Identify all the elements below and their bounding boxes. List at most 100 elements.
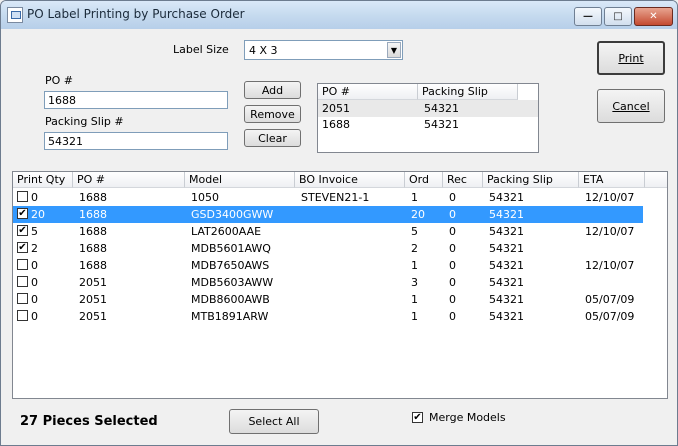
cell-model: MTB1891ARW <box>191 310 269 323</box>
cell-po: 2051 <box>79 276 107 289</box>
cell-po: 1688 <box>79 259 107 272</box>
items-grid[interactable]: Print Qty PO # Model BO Invoice Ord Rec … <box>12 171 668 399</box>
window-title: PO Label Printing by Purchase Order <box>27 7 245 21</box>
packing-slip-input[interactable]: 54321 <box>44 132 228 150</box>
column-header-packing-slip[interactable]: Packing Slip <box>483 172 579 188</box>
table-row[interactable]: 0 2051 MDB8600AWB 1 0 54321 05/07/09 <box>13 291 643 308</box>
column-header-print-qty[interactable]: Print Qty <box>13 172 73 188</box>
po-list-header-po[interactable]: PO # <box>318 84 418 100</box>
label-size-select[interactable]: 4 X 3 ▼ <box>244 40 403 60</box>
select-all-button[interactable]: Select All <box>229 409 319 434</box>
list-item[interactable]: 2051 54321 <box>318 100 538 117</box>
cell-ord: 3 <box>411 276 418 289</box>
remove-button-label: Remove <box>250 107 295 121</box>
cell-model: GSD3400GWW <box>191 208 274 221</box>
cell-qty: 0 <box>31 259 38 272</box>
print-checkbox[interactable] <box>17 259 28 270</box>
cell-eta: 05/07/09 <box>585 293 635 306</box>
maximize-icon: □ <box>613 11 623 22</box>
cell-slip: 54321 <box>489 208 524 221</box>
cell-ord: 1 <box>411 293 418 306</box>
column-header-eta[interactable]: ETA <box>579 172 645 188</box>
table-row[interactable]: 0 1688 MDB7650AWS 1 0 54321 12/10/07 <box>13 257 643 274</box>
cell-slip: 54321 <box>489 293 524 306</box>
cell-po: 2051 <box>79 310 107 323</box>
print-checkbox[interactable] <box>17 310 28 321</box>
print-checkbox[interactable]: ✔ <box>17 225 28 236</box>
cell-rec: 0 <box>449 208 456 221</box>
cell-rec: 0 <box>449 259 456 272</box>
cell-po: 1688 <box>79 208 107 221</box>
add-button[interactable]: Add <box>244 81 301 99</box>
po-list[interactable]: PO # Packing Slip 2051 54321 1688 54321 <box>317 83 539 153</box>
cell-slip: 54321 <box>489 242 524 255</box>
po-list-slip: 54321 <box>424 102 459 115</box>
chevron-down-icon[interactable]: ▼ <box>387 42 401 58</box>
cell-ord: 1 <box>411 191 418 204</box>
cancel-button-label: Cancel <box>612 99 650 113</box>
cell-model: MDB7650AWS <box>191 259 270 272</box>
cell-qty: 0 <box>31 310 38 323</box>
cell-qty: 5 <box>31 225 38 238</box>
cell-slip: 54321 <box>489 276 524 289</box>
cell-model: 1050 <box>191 191 219 204</box>
column-header-model[interactable]: Model <box>185 172 295 188</box>
print-button[interactable]: Print <box>597 41 665 75</box>
table-row[interactable]: 0 2051 MTB1891ARW 1 0 54321 05/07/09 <box>13 308 643 325</box>
cell-po: 1688 <box>79 225 107 238</box>
title-bar[interactable]: PO Label Printing by Purchase Order — □ … <box>1 1 677 29</box>
po-list-header-slip[interactable]: Packing Slip <box>418 84 518 100</box>
cell-po: 2051 <box>79 293 107 306</box>
cell-ord: 5 <box>411 225 418 238</box>
minimize-button[interactable]: — <box>574 7 602 26</box>
maximize-button[interactable]: □ <box>604 7 632 26</box>
po-input[interactable]: 1688 <box>44 91 228 109</box>
merge-models-checkbox[interactable]: ✔ <box>412 412 423 423</box>
clear-button-label: Clear <box>258 131 287 145</box>
print-checkbox[interactable]: ✔ <box>17 242 28 253</box>
cell-po: 1688 <box>79 191 107 204</box>
merge-models-label: Merge Models <box>429 411 506 424</box>
cell-qty: 0 <box>31 191 38 204</box>
app-icon <box>7 7 23 23</box>
cell-model: LAT2600AAE <box>191 225 262 238</box>
cell-po: 1688 <box>79 242 107 255</box>
column-header-filler <box>645 172 667 188</box>
remove-button[interactable]: Remove <box>244 105 301 123</box>
main-window: PO Label Printing by Purchase Order — □ … <box>0 0 678 446</box>
cell-slip: 54321 <box>489 191 524 204</box>
print-checkbox[interactable] <box>17 293 28 304</box>
print-checkbox[interactable]: ✔ <box>17 208 28 219</box>
table-row[interactable]: 0 1688 1050 STEVEN21-1 1 0 54321 12/10/07 <box>13 189 643 206</box>
cell-model: MDB5603AWW <box>191 276 274 289</box>
cell-slip: 54321 <box>489 225 524 238</box>
cell-eta: 12/10/07 <box>585 191 635 204</box>
cell-eta: 12/10/07 <box>585 259 635 272</box>
close-button[interactable]: ✕ <box>634 7 673 26</box>
cell-bo: STEVEN21-1 <box>301 191 370 204</box>
print-checkbox[interactable] <box>17 276 28 287</box>
list-item[interactable]: 1688 54321 <box>318 116 538 133</box>
cell-slip: 54321 <box>489 310 524 323</box>
column-header-bo-invoice[interactable]: BO Invoice <box>295 172 405 188</box>
column-header-rec[interactable]: Rec <box>443 172 483 188</box>
cell-ord: 1 <box>411 259 418 272</box>
table-row[interactable]: ✔ 5 1688 LAT2600AAE 5 0 54321 12/10/07 <box>13 223 643 240</box>
column-header-po[interactable]: PO # <box>73 172 185 188</box>
cell-rec: 0 <box>449 293 456 306</box>
table-row[interactable]: 0 2051 MDB5603AWW 3 0 54321 <box>13 274 643 291</box>
cell-rec: 0 <box>449 242 456 255</box>
cell-qty: 2 <box>31 242 38 255</box>
table-row[interactable]: ✔ 20 1688 GSD3400GWW 20 0 54321 <box>13 206 643 223</box>
cell-model: MDB8600AWB <box>191 293 270 306</box>
minimize-icon: — <box>583 11 593 22</box>
po-list-slip: 54321 <box>424 118 459 131</box>
print-checkbox[interactable] <box>17 191 28 202</box>
table-row[interactable]: ✔ 2 1688 MDB5601AWQ 2 0 54321 <box>13 240 643 257</box>
column-header-ord[interactable]: Ord <box>405 172 443 188</box>
po-list-po: 1688 <box>322 118 350 131</box>
add-button-label: Add <box>261 83 284 97</box>
cancel-button[interactable]: Cancel <box>597 89 665 123</box>
clear-button[interactable]: Clear <box>244 129 301 147</box>
cell-qty: 0 <box>31 276 38 289</box>
